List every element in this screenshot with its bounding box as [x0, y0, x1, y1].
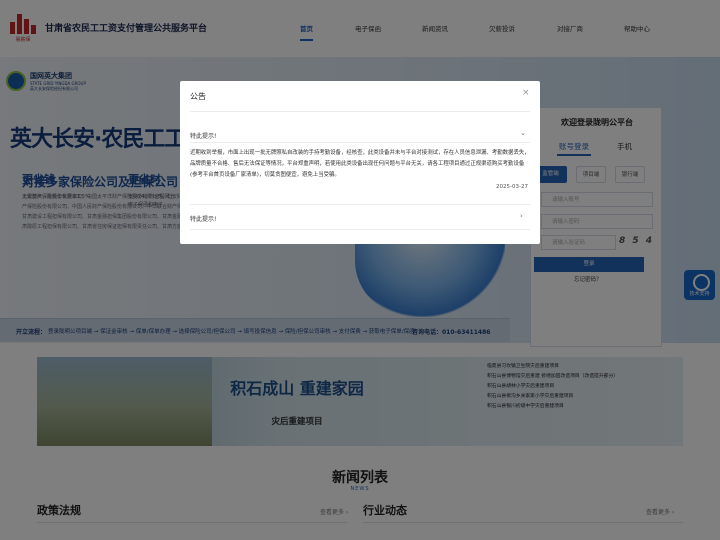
- divider: [190, 229, 530, 230]
- divider: [190, 111, 530, 112]
- divider: [190, 204, 530, 205]
- announcement-modal: 公告 × 特此提示! ⌄ 近期收到举报，市面上出现一批无牌照私自改装的手持考勤设…: [180, 81, 540, 244]
- notice-date: 2025-03-27: [496, 184, 528, 190]
- close-icon[interactable]: ×: [522, 88, 530, 98]
- chevron-down-icon[interactable]: ⌄: [520, 129, 526, 137]
- chevron-right-icon[interactable]: ›: [520, 212, 523, 220]
- divider: [190, 142, 530, 143]
- notice-section-header[interactable]: 特此提示!: [190, 214, 216, 223]
- modal-title: 公告: [190, 92, 206, 101]
- notice-section-header[interactable]: 特此提示!: [190, 131, 216, 140]
- notice-body: 近期收到举报，市面上出现一批无牌照私自改装的手持考勤设备，经核查，此类设备并未与…: [190, 150, 530, 178]
